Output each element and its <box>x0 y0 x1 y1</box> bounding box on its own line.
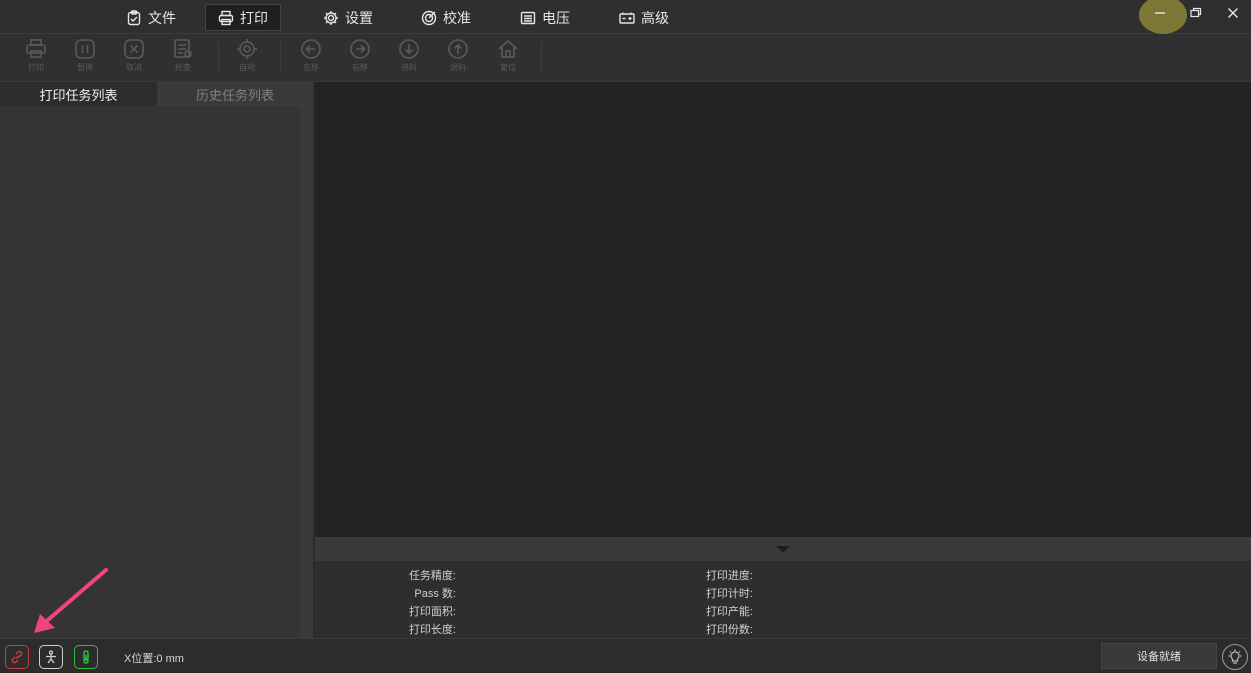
gear-icon <box>324 10 338 25</box>
tool-cancel-label: 取消 <box>126 63 142 72</box>
device-ready-button[interactable]: 设备就绪 <box>1101 643 1217 669</box>
print-length-label: 打印长度: <box>408 624 456 636</box>
tool-pause[interactable]: 暂停 <box>68 38 102 78</box>
toolbar-separator <box>541 42 542 74</box>
connection-status[interactable] <box>5 645 29 669</box>
arrow-left-icon <box>301 39 321 59</box>
pause-icon <box>75 39 95 59</box>
home-icon <box>498 39 518 58</box>
tool-move-left[interactable]: 左移 <box>294 38 328 78</box>
crosshair-icon <box>237 39 257 59</box>
tool-feed-label: 进料 <box>401 63 417 72</box>
tool-home[interactable]: 复位 <box>491 38 525 78</box>
tool-cancel[interactable]: 取消 <box>117 38 151 78</box>
menu-voltage-label: 电压 <box>542 9 570 26</box>
print-copies-label: 打印份数: <box>705 624 753 636</box>
tool-auto[interactable]: 自动 <box>230 38 264 78</box>
print-preview-area[interactable] <box>315 82 1251 537</box>
thermometer-icon <box>83 650 89 664</box>
close-icon <box>1228 8 1238 18</box>
restore-icon <box>1190 7 1202 18</box>
minimize-button[interactable] <box>1146 2 1174 24</box>
tool-retract[interactable]: 退料 <box>441 38 475 78</box>
clipboard-check-icon <box>127 9 141 25</box>
tool-move-right[interactable]: 右移 <box>343 38 377 78</box>
tool-check-label: 检查 <box>175 63 191 72</box>
menu-print[interactable]: 打印 <box>205 4 281 31</box>
menu-file-label: 文件 <box>148 9 176 26</box>
toolbar-separator <box>280 42 281 74</box>
minimize-icon <box>1155 12 1165 14</box>
carriage-icon <box>46 650 56 664</box>
annotation-arrow <box>34 568 108 633</box>
info-panel-toggle[interactable] <box>315 537 1251 561</box>
status-bar: X位置:0 mm 设备就绪 <box>0 638 1251 673</box>
light-button[interactable] <box>1222 644 1248 670</box>
link-icon <box>11 650 23 664</box>
arrow-right-icon <box>350 39 370 59</box>
tool-move-left-label: 左移 <box>303 63 319 72</box>
arrow-up-icon <box>448 39 468 59</box>
menu-voltage[interactable]: 电压 <box>508 4 582 31</box>
tool-home-label: 复位 <box>500 63 516 72</box>
battery-icon <box>619 12 635 24</box>
temperature-status[interactable] <box>74 645 98 669</box>
menu-advanced[interactable]: 高级 <box>607 4 681 31</box>
lightbulb-icon <box>1228 649 1242 664</box>
tool-feed[interactable]: 进料 <box>392 38 426 78</box>
print-capacity-label: 打印产能: <box>705 606 753 618</box>
target-icon <box>421 10 437 25</box>
task-list-panel: 打印任务列表 历史任务列表 <box>0 82 314 638</box>
toolbar-separator <box>218 42 219 74</box>
tab-history-tasks[interactable]: 历史任务列表 <box>157 82 313 106</box>
carriage-status[interactable] <box>39 645 63 669</box>
menu-advanced-label: 高级 <box>641 9 669 26</box>
menu-bar: 文件 打印 设置 校准 电压 高级 <box>0 0 1251 34</box>
restore-button[interactable] <box>1182 2 1210 24</box>
print-info-panel: 任务精度: Pass 数: 打印面积: 打印长度: 打印进度: 打印计时: 打印… <box>315 561 1251 638</box>
menu-file[interactable]: 文件 <box>114 4 188 31</box>
task-list-scrollbar[interactable] <box>300 106 313 638</box>
toolbar: 打印 暂停 取消 检查 自动 左移 右移 进料 退料 复位 <box>0 34 1251 82</box>
arrow-down-icon <box>399 39 419 59</box>
printer-icon <box>26 39 46 58</box>
tab-print-tasks[interactable]: 打印任务列表 <box>0 82 157 106</box>
menu-calibrate-label: 校准 <box>443 9 471 26</box>
tool-auto-label: 自动 <box>239 63 255 72</box>
chevron-down-icon <box>776 545 790 553</box>
tool-print[interactable]: 打印 <box>19 38 53 78</box>
print-progress-label: 打印进度: <box>705 570 753 582</box>
pass-count-label: Pass 数: <box>414 588 456 600</box>
menu-calibrate[interactable]: 校准 <box>409 4 483 31</box>
cancel-icon <box>124 39 144 59</box>
print-timer-label: 打印计时: <box>705 588 753 600</box>
print-area-label: 打印面积: <box>408 606 456 618</box>
printer-icon <box>218 10 234 25</box>
task-precision-label: 任务精度: <box>408 570 456 582</box>
menu-settings-label: 设置 <box>345 9 373 26</box>
menu-settings[interactable]: 设置 <box>311 4 385 31</box>
close-button[interactable] <box>1219 2 1247 24</box>
check-doc-icon <box>174 39 192 58</box>
tool-pause-label: 暂停 <box>77 63 93 72</box>
task-list[interactable] <box>0 106 300 638</box>
tool-move-right-label: 右移 <box>352 63 368 72</box>
tool-print-label: 打印 <box>28 63 44 72</box>
tool-check[interactable]: 检查 <box>166 38 200 78</box>
x-position-readout: X位置:0 mm <box>124 653 184 665</box>
list-icon <box>520 11 536 24</box>
tool-retract-label: 退料 <box>450 63 466 72</box>
menu-print-label: 打印 <box>240 9 268 26</box>
